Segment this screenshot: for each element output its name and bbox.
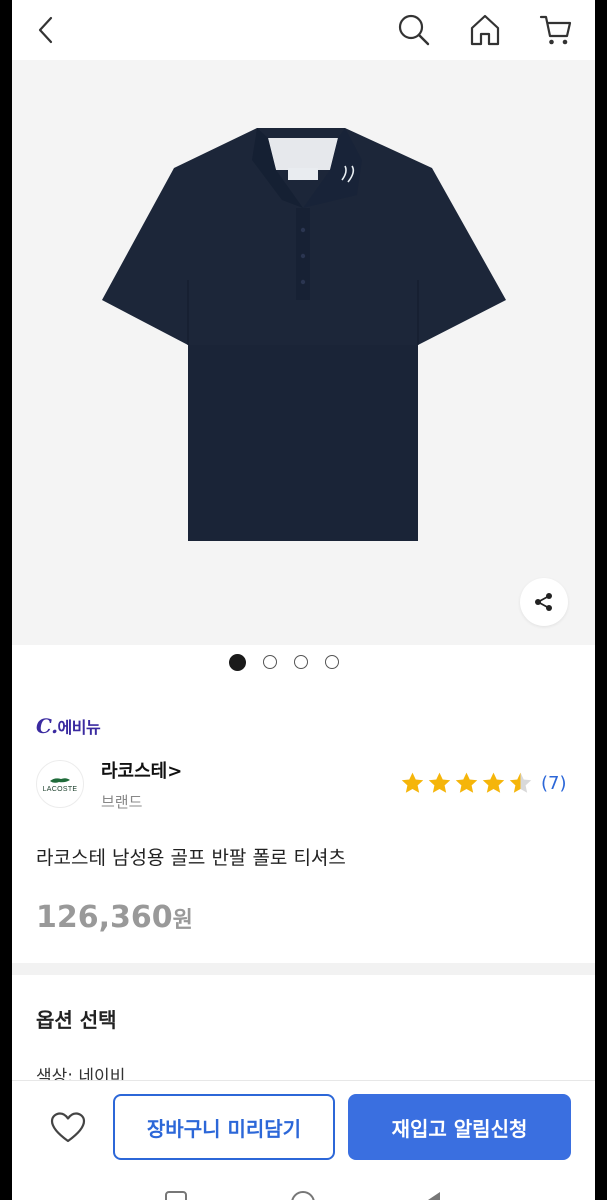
bottom-action-bar: 장바구니 미리담기 재입고 알림신청 xyxy=(12,1080,595,1176)
home-icon xyxy=(470,14,500,46)
section-divider xyxy=(12,963,595,975)
pagination-dot[interactable] xyxy=(228,654,246,671)
home-button[interactable] xyxy=(465,10,505,50)
pagination-dot[interactable] xyxy=(324,655,339,669)
rating[interactable]: (7) xyxy=(400,771,567,795)
share-icon xyxy=(535,593,552,611)
star-rating xyxy=(400,771,533,795)
brand-name-link[interactable]: 라코스테> xyxy=(101,757,182,783)
brand-logo-text: LACOSTE xyxy=(42,786,78,793)
price-value: 126,360 xyxy=(36,900,173,935)
polo-shirt-image xyxy=(102,128,506,541)
search-button[interactable] xyxy=(394,10,434,50)
system-nav-bar xyxy=(12,1176,595,1200)
crocodile-icon xyxy=(50,778,70,783)
pagination-dot[interactable] xyxy=(293,655,308,669)
partner-logo: C.에비뉴 xyxy=(36,714,101,738)
top-bar xyxy=(12,0,595,60)
share-button[interactable] xyxy=(520,578,568,626)
app-screen: C.에비뉴 LACOSTE 라코스테> 브랜드 (7) 라코스테 남성용 골프 … xyxy=(12,0,595,1200)
options-title: 옵션 선택 xyxy=(36,1008,117,1032)
add-to-cart-button[interactable]: 장바구니 미리담기 xyxy=(113,1094,335,1160)
image-pagination xyxy=(12,654,575,679)
review-count: (7) xyxy=(541,772,567,794)
star-icon xyxy=(509,772,532,793)
price-unit: 원 xyxy=(172,908,193,933)
product-price: 126,360원 xyxy=(36,900,193,935)
home-nav-icon[interactable] xyxy=(288,1190,318,1200)
chevron-left-icon xyxy=(38,16,53,44)
star-icon xyxy=(428,772,451,793)
cart-button[interactable] xyxy=(536,10,576,50)
product-title: 라코스테 남성용 골프 반팔 폴로 티셔츠 xyxy=(36,847,346,869)
brand-label: 브랜드 xyxy=(101,793,143,811)
pagination-dot[interactable] xyxy=(262,655,277,669)
search-icon xyxy=(398,14,430,46)
wishlist-button[interactable] xyxy=(48,1108,88,1148)
star-icon xyxy=(482,772,505,793)
heart-icon xyxy=(50,1112,86,1143)
star-icon xyxy=(401,772,424,793)
product-image[interactable] xyxy=(12,60,595,645)
cart-icon xyxy=(539,15,572,45)
restock-alert-button[interactable]: 재입고 알림신청 xyxy=(348,1094,571,1160)
back-nav-icon[interactable] xyxy=(424,1190,444,1200)
back-button[interactable] xyxy=(26,10,66,50)
brand-logo[interactable]: LACOSTE xyxy=(36,760,84,808)
star-icon xyxy=(455,772,478,793)
recent-apps-icon[interactable] xyxy=(164,1190,188,1200)
